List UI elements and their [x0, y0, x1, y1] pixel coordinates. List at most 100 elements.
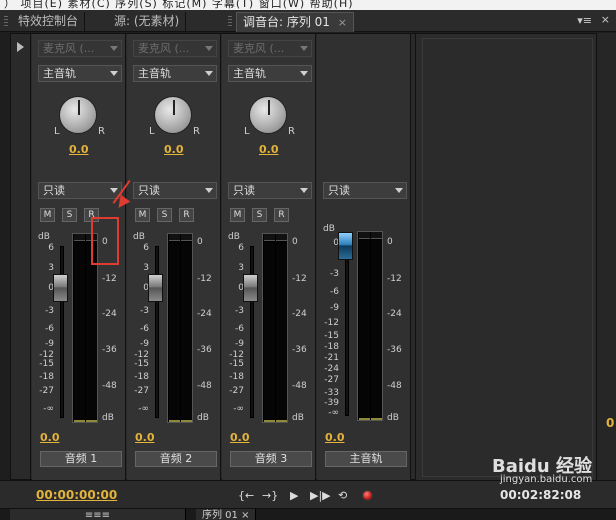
scale-tick: -3: [235, 306, 244, 316]
scale-tick: -3: [330, 269, 339, 279]
current-timecode[interactable]: 00:00:00:00: [36, 488, 117, 502]
show-hide-effects-icon[interactable]: [17, 42, 24, 52]
tab-source[interactable]: 源: (无素材): [108, 12, 187, 32]
volume-fader-handle[interactable]: [148, 274, 163, 302]
input-select[interactable]: 麦克风 (...: [38, 40, 122, 57]
volume-fader-track[interactable]: [155, 246, 159, 418]
mute-button[interactable]: M: [230, 208, 245, 222]
meter-bar-right: [181, 242, 192, 420]
go-to-in-point-button[interactable]: {←: [238, 489, 254, 502]
meter-tick: -24: [197, 309, 212, 319]
volume-fader-track[interactable]: [250, 246, 254, 418]
scale-tick: -15: [39, 359, 54, 369]
go-to-out-point-button[interactable]: →}: [262, 489, 278, 502]
side-panel-strip: [596, 33, 616, 480]
meter-tick: dB: [387, 413, 399, 423]
automation-select[interactable]: 只读: [38, 182, 122, 199]
solo-button[interactable]: S: [252, 208, 267, 222]
volume-value[interactable]: 0.0: [40, 431, 60, 444]
pan-knob[interactable]: [59, 96, 97, 134]
peak-indicator-left[interactable]: [264, 234, 275, 241]
automation-select[interactable]: 只读: [228, 182, 312, 199]
volume-fader-handle[interactable]: [53, 274, 68, 302]
mute-button[interactable]: M: [135, 208, 150, 222]
scale-tick: -15: [324, 331, 339, 341]
peak-indicator-right[interactable]: [181, 234, 192, 241]
meter-tick: -24: [102, 309, 117, 319]
automation-value: 只读: [138, 184, 160, 197]
tab-grip-icon[interactable]: [4, 16, 8, 28]
chevron-down-icon: [205, 71, 213, 76]
record-enable-button[interactable]: R: [274, 208, 289, 222]
scale-tick: -6: [140, 324, 149, 334]
panel-menu-icon[interactable]: ▾≡: [577, 14, 592, 27]
track-type-select[interactable]: 主音轨: [38, 65, 122, 82]
input-select[interactable]: 麦克风 (...: [133, 40, 217, 57]
scale-tick: -∞: [328, 408, 339, 418]
mute-button[interactable]: M: [40, 208, 55, 222]
pan-value[interactable]: 0.0: [259, 143, 279, 156]
tab-audio-mixer[interactable]: 调音台: 序列 01 ×: [236, 12, 354, 32]
scale-tick: 0: [143, 283, 149, 293]
peak-indicator-right[interactable]: [371, 232, 382, 239]
solo-button[interactable]: S: [157, 208, 172, 222]
bottom-tab-grip[interactable]: ≡≡≡: [10, 509, 186, 520]
scale-tick: 6: [143, 243, 149, 253]
meter-tick: -12: [387, 274, 402, 284]
volume-value[interactable]: 0.0: [230, 431, 250, 444]
automation-select[interactable]: 只读: [323, 182, 407, 199]
close-icon[interactable]: ×: [601, 13, 610, 26]
pan-knob[interactable]: [154, 96, 192, 134]
pan-left-label: L: [149, 126, 155, 137]
meter-bar-right: [276, 242, 287, 420]
tab-sequence-01[interactable]: 序列 01 ×: [196, 509, 257, 520]
scale-tick: 0: [238, 283, 244, 293]
scale-tick: 0: [48, 283, 54, 293]
close-icon[interactable]: ×: [338, 16, 347, 29]
peak-indicator-left[interactable]: [169, 234, 180, 241]
side-value: 0: [606, 416, 615, 430]
menu-bar-text: ） 项目(E) 素材(C) 序列(S) 标记(M) 字幕(T) 窗口(W) 帮助…: [4, 0, 354, 10]
meter-floor-right: [86, 420, 97, 422]
play-button[interactable]: ▶: [290, 489, 298, 502]
meter-tick: -36: [197, 345, 212, 355]
meter-tick: -48: [197, 381, 212, 391]
tab-effect-controls[interactable]: 特效控制台: [12, 12, 86, 32]
watermark-url: jingyan.baidu.com: [500, 474, 593, 485]
scale-tick: -∞: [233, 404, 244, 414]
track-type-select[interactable]: 主音轨: [133, 65, 217, 82]
peak-indicator-left[interactable]: [74, 234, 85, 241]
track-type-select[interactable]: 主音轨: [228, 65, 312, 82]
loop-button[interactable]: ⟲: [338, 489, 347, 502]
peak-indicator-right[interactable]: [276, 234, 287, 241]
meter-tick: -24: [292, 309, 307, 319]
volume-fader-handle[interactable]: [243, 274, 258, 302]
solo-button[interactable]: S: [62, 208, 77, 222]
peak-indicator-left[interactable]: [359, 232, 370, 239]
meter-bar-right: [86, 242, 97, 420]
pan-value[interactable]: 0.0: [164, 143, 184, 156]
pan-knob[interactable]: [249, 96, 287, 134]
scale-tick: 0: [333, 238, 339, 248]
volume-value[interactable]: 0.0: [135, 431, 155, 444]
master-volume-value[interactable]: 0.0: [325, 431, 345, 444]
tab-grip-icon[interactable]: [228, 16, 232, 28]
record-button[interactable]: [362, 490, 373, 501]
automation-select[interactable]: 只读: [133, 182, 217, 199]
chevron-down-icon: [110, 188, 118, 193]
menu-bar-fragment: ） 项目(E) 素材(C) 序列(S) 标记(M) 字幕(T) 窗口(W) 帮助…: [0, 0, 616, 10]
scale-tick: -18: [229, 372, 244, 382]
volume-fader-track[interactable]: [60, 246, 64, 418]
play-in-to-out-button[interactable]: ▶|▶: [310, 489, 331, 502]
db-label: dB: [38, 232, 50, 242]
record-enable-button[interactable]: R: [179, 208, 194, 222]
master-volume-fader-track[interactable]: [345, 236, 349, 416]
pan-right-label: R: [193, 126, 200, 137]
scale-tick: -21: [324, 353, 339, 363]
input-select[interactable]: 麦克风 (...: [228, 40, 312, 57]
master-volume-fader-handle[interactable]: [338, 232, 353, 260]
meter-floor-left: [74, 420, 85, 422]
scale-tick: -∞: [138, 404, 149, 414]
pan-value[interactable]: 0.0: [69, 143, 89, 156]
track-type-value: 主音轨: [43, 67, 76, 80]
